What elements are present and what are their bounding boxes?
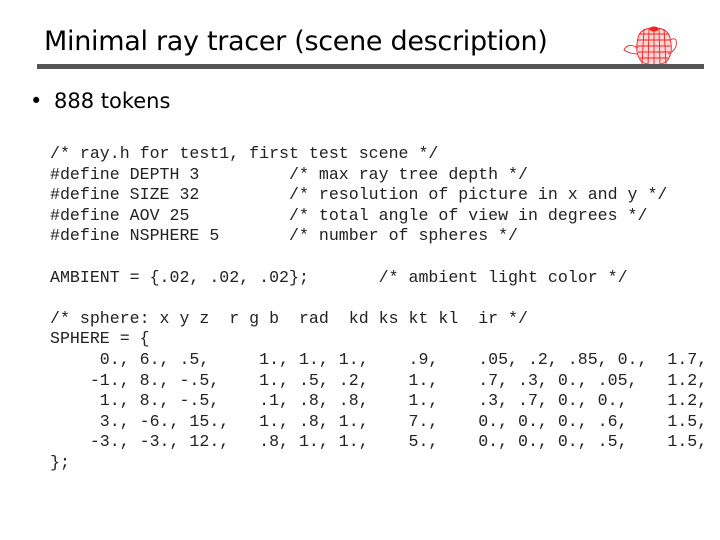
- title-divider: [37, 64, 704, 69]
- code-line: #define NSPHERE 5 /* number of spheres *…: [50, 226, 519, 246]
- code-line: -1., 8., -.5, 1., .5, .2, 1., .7, .3, 0.…: [50, 370, 708, 390]
- code-line: /* sphere: x y z r g b rad kd ks kt kl i…: [50, 308, 528, 328]
- code-line: #define AOV 25 /* total angle of view in…: [50, 205, 648, 225]
- code-line: /* ray.h for test1, first test scene */: [50, 144, 439, 163]
- code-block: /* ray.h for test1, first test scene */#…: [50, 144, 707, 474]
- code-line: -3., -3., 12., .8, 1., 1., 5., 0., 0., 0…: [50, 432, 708, 452]
- code-line: AMBIENT = {.02, .02, .02}; /* ambient li…: [50, 267, 628, 287]
- code-line: SPHERE = {: [50, 329, 150, 349]
- code-line: };: [50, 452, 70, 472]
- teapot-icon: [623, 26, 677, 67]
- bullet-marker: •: [30, 89, 43, 113]
- code-line: 0., 6., .5, 1., 1., 1., .9, .05, .2, .85…: [50, 349, 708, 369]
- bullet-item: • 888 tokens: [30, 89, 170, 113]
- slide-title: Minimal ray tracer (scene description): [44, 26, 548, 57]
- bullet-text: 888 tokens: [54, 89, 171, 113]
- code-line: 1., 8., -.5, .1, .8, .8, 1., .3, .7, 0.,…: [50, 391, 708, 411]
- code-line: #define SIZE 32 /* resolution of picture…: [50, 185, 668, 205]
- code-line: 3., -6., 15., 1., .8, 1., 7., 0., 0., 0.…: [50, 411, 708, 431]
- code-line: #define DEPTH 3 /* max ray tree depth */: [50, 164, 528, 184]
